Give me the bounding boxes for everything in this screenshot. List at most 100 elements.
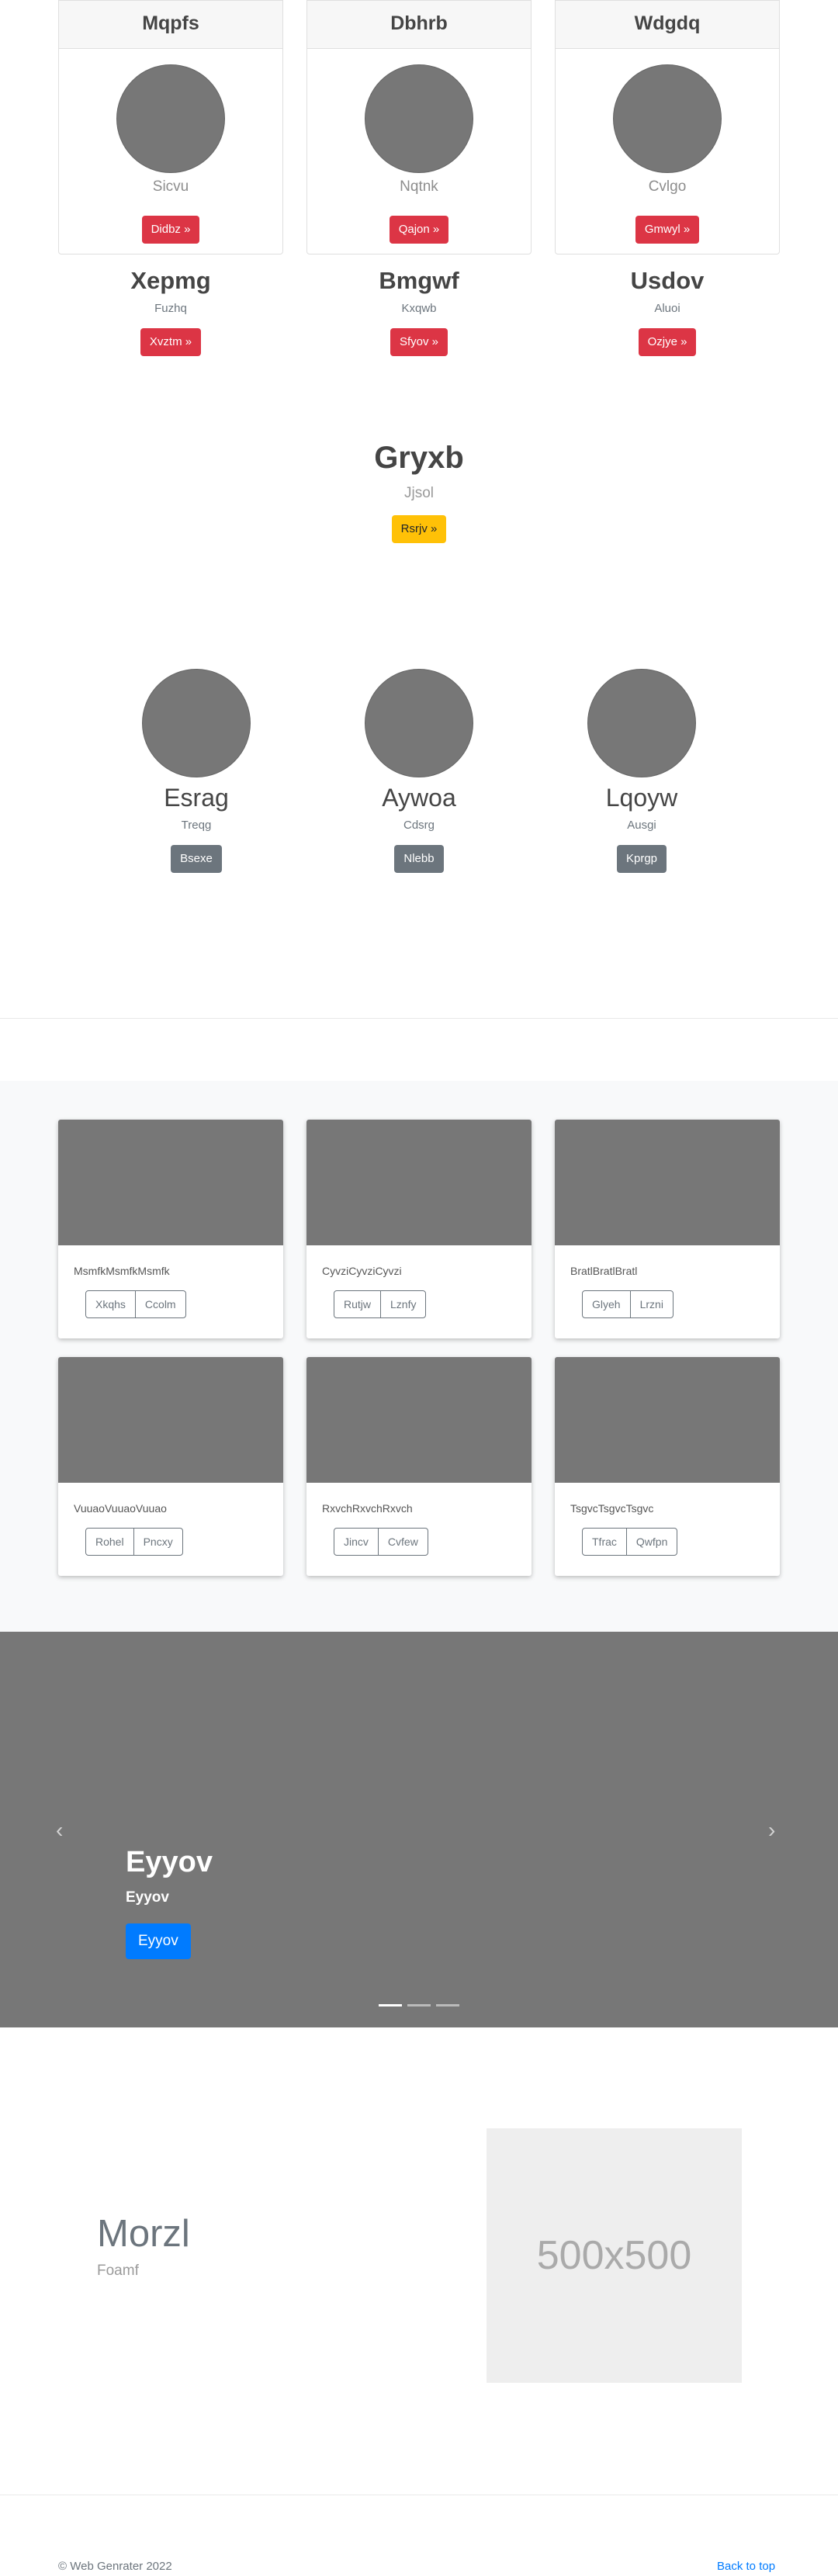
card-image xyxy=(58,1120,283,1245)
card-image xyxy=(306,1120,532,1245)
header-card: Mqpfs Sicvu Didbz » xyxy=(58,0,283,254)
heading-subtitle: Kxqwb xyxy=(401,302,437,315)
album-card: VuuaoVuuaoVuuao Rohel Pncxy xyxy=(58,1357,283,1576)
heading-button[interactable]: Sfyov » xyxy=(390,328,448,356)
avatar xyxy=(365,669,473,777)
card-action-button[interactable]: Tfrac xyxy=(582,1528,627,1556)
button-group: Rohel Pncxy xyxy=(85,1528,183,1556)
carousel-indicator[interactable] xyxy=(436,2004,459,2006)
profile-button[interactable]: Kprgp xyxy=(616,845,667,873)
header-card: Wdgdq Cvlgo Gmwyl » xyxy=(555,0,780,254)
feature-block: Gryxb Jjsol Rsrjv » xyxy=(0,435,838,543)
card-title: Dbhrb xyxy=(307,1,531,49)
carousel-indicators xyxy=(379,2004,459,2007)
profile-subtitle: Ausgi xyxy=(627,819,656,832)
chevron-left-icon[interactable]: ‹ xyxy=(56,1818,63,1843)
carousel-subtitle: Eyyov xyxy=(126,1889,169,1906)
album-card: TsgvcTsgvcTsgvc Tfrac Qwfpn xyxy=(555,1357,780,1576)
card-subtitle: Sicvu xyxy=(152,178,189,195)
card-caption: VuuaoVuuaoVuuao xyxy=(74,1502,167,1515)
button-group: Rutjw Lznfy xyxy=(334,1290,427,1318)
avatar xyxy=(142,669,251,777)
card-caption: MsmfkMsmfkMsmfk xyxy=(74,1265,170,1277)
avatar xyxy=(365,64,473,173)
avatar xyxy=(587,669,696,777)
heading-button[interactable]: Ozjye » xyxy=(638,328,697,356)
featurette-title: Morzl xyxy=(97,2213,190,2255)
album-card: RxvchRxvchRxvch Jincv Cvfew xyxy=(306,1357,532,1576)
card-image xyxy=(58,1357,283,1483)
card-caption: TsgvcTsgvcTsgvc xyxy=(570,1502,654,1515)
card-action-button[interactable]: Lrzni xyxy=(629,1290,674,1318)
footer-copyright: © Web Genrater 2022 xyxy=(58,2560,172,2573)
card-action-button[interactable]: Rutjw xyxy=(334,1290,382,1318)
card-caption: BratlBratlBratl xyxy=(570,1265,638,1277)
header-cards: Mqpfs Sicvu Didbz » Dbhrb Nqtnk Qajon » … xyxy=(58,0,780,254)
card-action-button[interactable]: Pncxy xyxy=(133,1528,183,1556)
card-action-button[interactable]: Jincv xyxy=(334,1528,379,1556)
heading-subtitle: Aluoi xyxy=(654,302,680,315)
card-caption: RxvchRxvchRxvch xyxy=(322,1502,413,1515)
avatar xyxy=(116,64,225,173)
button-group: Xkqhs Ccolm xyxy=(85,1290,186,1318)
heading-title: Bmgwf xyxy=(379,267,459,294)
card-action-button[interactable]: Qwfpn xyxy=(625,1528,678,1556)
card-image xyxy=(306,1357,532,1483)
card-action-button[interactable]: Glyeh xyxy=(582,1290,631,1318)
carousel-indicator[interactable] xyxy=(379,2004,402,2006)
profile-subtitle: Cdsrg xyxy=(403,819,435,832)
card-action-button[interactable]: Cvfew xyxy=(377,1528,428,1556)
button-group: Jincv Cvfew xyxy=(334,1528,428,1556)
carousel-button[interactable]: Eyyov xyxy=(126,1923,191,1959)
avatar xyxy=(613,64,722,173)
carousel: ‹ › Eyyov Eyyov Eyyov xyxy=(0,1632,838,2027)
heading-title: Usdov xyxy=(630,267,705,294)
card-action-button[interactable]: Lznfy xyxy=(380,1290,427,1318)
profile-name: Aywoa xyxy=(382,784,456,812)
feature-subtitle: Jjsol xyxy=(403,485,434,501)
profile-name: Esrag xyxy=(164,784,229,812)
profile-button[interactable]: Bsexe xyxy=(171,845,222,873)
button-group: Glyeh Lrzni xyxy=(582,1290,674,1318)
profile-button[interactable]: Nlebb xyxy=(394,845,444,873)
heading-subtitle: Fuzhq xyxy=(154,302,187,315)
card-action-button[interactable]: Ccolm xyxy=(134,1290,186,1318)
heading-column: Usdov Aluoi Ozjye » xyxy=(555,264,780,356)
feature-title: Gryxb xyxy=(374,441,464,475)
card-action-button[interactable]: Rohel xyxy=(85,1528,134,1556)
heading-column: Bmgwf Kxqwb Sfyov » xyxy=(306,264,532,356)
profile-subtitle: Treqg xyxy=(181,819,212,832)
profile-column: Esrag Treqg Bsexe xyxy=(85,669,307,873)
album-card: MsmfkMsmfkMsmfk Xkqhs Ccolm xyxy=(58,1120,283,1338)
card-subtitle: Nqtnk xyxy=(400,178,438,195)
album-card: CyvziCyvziCyvzi Rutjw Lznfy xyxy=(306,1120,532,1338)
card-button[interactable]: Qajon » xyxy=(389,216,449,244)
carousel-indicator[interactable] xyxy=(407,2004,431,2006)
card-action-button[interactable]: Xkqhs xyxy=(85,1290,136,1318)
button-group: Tfrac Qwfpn xyxy=(582,1528,678,1556)
card-image xyxy=(555,1120,780,1245)
card-title: Wdgdq xyxy=(556,1,779,49)
featurette-image-placeholder: 500x500 xyxy=(487,2128,742,2383)
album-card: BratlBratlBratl Glyeh Lrzni xyxy=(555,1120,780,1338)
card-button[interactable]: Didbz » xyxy=(141,216,200,244)
profile-column: Aywoa Cdsrg Nlebb xyxy=(308,669,530,873)
album-section: MsmfkMsmfkMsmfk Xkqhs Ccolm CyvziCyvziCy… xyxy=(0,1081,838,1632)
profile-name: Lqoyw xyxy=(605,784,678,812)
header-card: Dbhrb Nqtnk Qajon » xyxy=(306,0,532,254)
card-subtitle: Cvlgo xyxy=(648,178,687,195)
heading-column: Xepmg Fuzhq Xvztm » xyxy=(58,264,283,356)
card-image xyxy=(555,1357,780,1483)
card-caption: CyvziCyvziCyvzi xyxy=(322,1265,402,1277)
card-title: Mqpfs xyxy=(59,1,282,49)
heading-title: Xepmg xyxy=(130,267,211,294)
card-button[interactable]: Gmwyl » xyxy=(635,216,700,244)
feature-button[interactable]: Rsrjv » xyxy=(391,515,447,543)
heading-button[interactable]: Xvztm » xyxy=(140,328,202,356)
featurette-subtitle: Foamf xyxy=(97,2263,139,2279)
profile-column: Lqoyw Ausgi Kprgp xyxy=(531,669,753,873)
chevron-right-icon[interactable]: › xyxy=(768,1818,775,1843)
carousel-title: Eyyov xyxy=(126,1846,213,1878)
divider xyxy=(0,1018,838,1019)
back-to-top-link[interactable]: Back to top xyxy=(717,2559,775,2574)
